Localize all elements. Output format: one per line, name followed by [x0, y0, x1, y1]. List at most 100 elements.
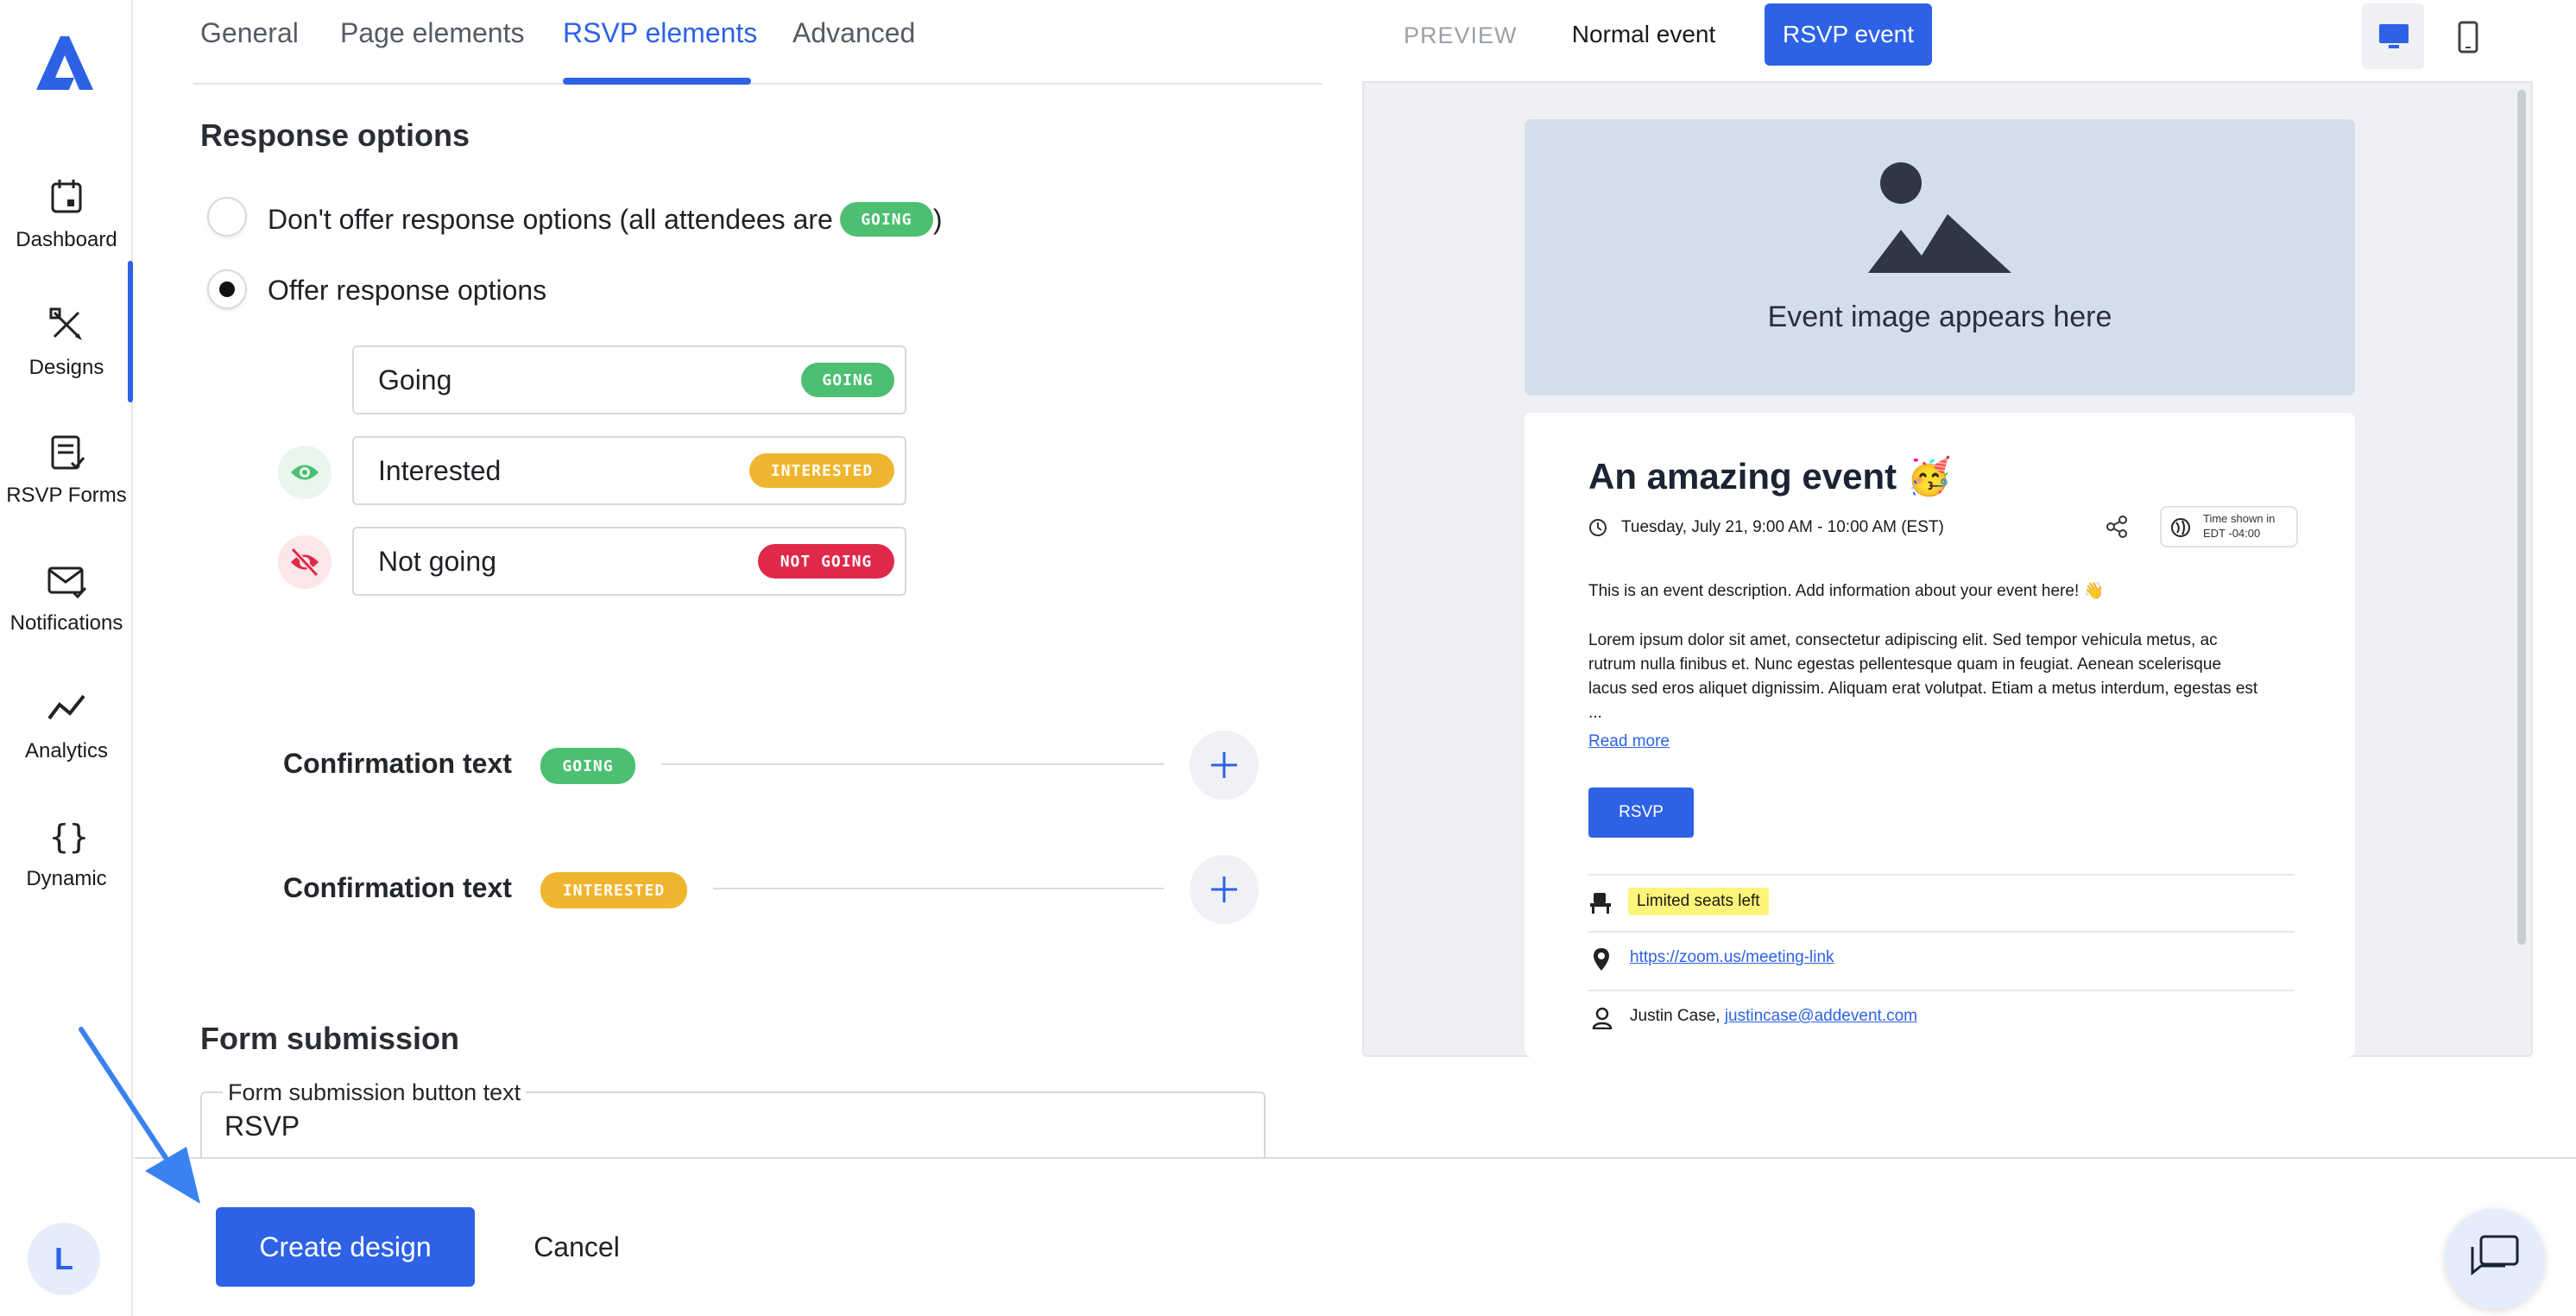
seat-icon — [1590, 893, 1611, 914]
tab-page-elements[interactable]: Page elements — [340, 17, 524, 49]
divider — [713, 888, 1164, 889]
clock-icon — [1589, 519, 1607, 536]
field-value[interactable]: RSVP — [224, 1110, 300, 1142]
image-placeholder-text: Event image appears here — [1767, 301, 2112, 333]
limited-seats-badge: Limited seats left — [1628, 888, 1769, 915]
radio-offer-response-options[interactable] — [207, 269, 247, 309]
preview-label: PREVIEW — [1404, 22, 1518, 48]
tab-advanced[interactable]: Advanced — [792, 17, 915, 49]
form-submission-heading: Form submission — [200, 1021, 460, 1056]
eye-icon — [291, 465, 319, 480]
divider — [1588, 874, 2295, 876]
tab-divider — [193, 83, 1323, 85]
sidebar-item-label: RSVP Forms — [6, 484, 127, 507]
option-going[interactable]: Going GOING — [352, 345, 906, 414]
avatar[interactable]: L — [28, 1223, 100, 1295]
sidebar-item-notifications[interactable]: Notifications — [0, 544, 133, 665]
chat-button[interactable] — [2445, 1209, 2545, 1309]
submission-button-text-field[interactable]: Form submission button text RSVP — [200, 1079, 1266, 1157]
field-label: Form submission button text — [223, 1079, 527, 1106]
globe-icon — [2171, 518, 2190, 537]
share-icon[interactable] — [2105, 515, 2129, 539]
description-line: lacus sed eros aliquet dignissim. Aliqua… — [1588, 680, 2258, 698]
event-title: An amazing event 🥳 — [1588, 456, 1953, 497]
option-interested[interactable]: Interested INTERESTED — [352, 436, 906, 505]
desktop-icon — [2379, 24, 2409, 48]
add-confirmation-interested-button[interactable] — [1190, 855, 1259, 924]
description-line: rutrum nulla finibus et. Nunc egestas pe… — [1588, 655, 2222, 674]
status-badge: NOT GOING — [758, 544, 894, 579]
sidebar-item-label: Notifications — [9, 611, 123, 635]
sidebar-item-analytics[interactable]: Analytics — [0, 672, 133, 793]
footer-divider — [135, 1157, 2576, 1159]
host-email-link[interactable]: justincase@addevent.com — [1725, 1007, 1917, 1025]
timezone-value: EDT -04:00 — [2203, 527, 2261, 540]
confirmation-label-going: Confirmation text — [283, 748, 512, 779]
arrow-annotation-icon — [79, 1027, 200, 1204]
svg-text:{}: {} — [49, 818, 87, 856]
event-description-intro: This is an event description. Add inform… — [1588, 582, 2105, 600]
image-placeholder-icon — [1868, 162, 2011, 273]
curly-braces-icon: {} — [49, 818, 87, 856]
visibility-toggle-not-going[interactable] — [278, 535, 331, 589]
radio-no-response-options[interactable] — [207, 197, 247, 237]
sidebar-item-label: Dashboard — [16, 228, 117, 251]
plus-icon — [1211, 752, 1237, 778]
sidebar-item-label: Analytics — [24, 739, 109, 762]
desktop-view-button[interactable] — [2362, 3, 2424, 69]
form-check-icon — [51, 435, 85, 470]
rsvp-button[interactable]: RSVP — [1588, 788, 1694, 838]
preview-scrollbar[interactable] — [2517, 90, 2526, 945]
radio-label-no-response: Don't offer response options (all attend… — [268, 202, 942, 237]
add-confirmation-going-button[interactable] — [1190, 731, 1259, 800]
location-pin-icon — [1594, 948, 1609, 971]
status-badge: GOING — [540, 748, 635, 784]
timezone-label: Time shown in EDT -04:00 — [2203, 511, 2275, 541]
location-link[interactable]: https://zoom.us/meeting-link — [1630, 948, 1834, 967]
tab-general[interactable]: General — [200, 17, 299, 49]
active-indicator — [128, 261, 133, 402]
option-label: Interested — [378, 455, 502, 486]
addevent-logo[interactable] — [35, 35, 95, 92]
radio-label-offer: Offer response options — [268, 275, 547, 306]
sidebar-item-label: Designs — [28, 356, 104, 379]
timezone-selector[interactable]: Time shown in EDT -04:00 — [2160, 506, 2298, 547]
divider — [661, 763, 1164, 765]
divider — [1588, 990, 2295, 991]
status-badge: GOING — [839, 202, 933, 237]
sidebar-item-designs[interactable]: Designs — [0, 288, 133, 409]
chat-icon — [2471, 1235, 2519, 1276]
option-label: Going — [378, 364, 452, 395]
tab-rsvp-elements[interactable]: RSVP elements — [563, 17, 757, 49]
status-badge: GOING — [801, 363, 894, 397]
mobile-view-button[interactable] — [2436, 3, 2498, 69]
mobile-icon — [2458, 21, 2478, 54]
cancel-button[interactable]: Cancel — [518, 1207, 635, 1287]
sidebar-item-dynamic[interactable]: {} Dynamic — [0, 800, 133, 921]
sidebar-item-rsvp-forms[interactable]: RSVP Forms — [0, 416, 133, 537]
timezone-line: Time shown in — [2203, 512, 2276, 525]
description-line: ... — [1588, 704, 1602, 722]
radio-label-suffix: ) — [932, 203, 943, 235]
visibility-toggle-interested[interactable] — [278, 446, 331, 499]
trend-line-icon — [47, 694, 85, 720]
divider — [1588, 931, 2295, 933]
event-datetime: Tuesday, July 21, 9:00 AM - 10:00 AM (ES… — [1621, 518, 1944, 536]
host-name: Justin Case, — [1630, 1007, 1720, 1025]
create-design-button[interactable]: Create design — [216, 1207, 475, 1287]
description-line: Lorem ipsum dolor sit amet, consectetur … — [1588, 631, 2218, 649]
person-icon — [1592, 1007, 1613, 1029]
event-card: An amazing event 🥳 Tuesday, July 21, 9:0… — [1525, 413, 2355, 1057]
status-badge: INTERESTED — [749, 453, 894, 488]
event-description: Lorem ipsum dolor sit amet, consectetur … — [1588, 629, 2305, 725]
option-label: Not going — [378, 546, 496, 577]
response-options-heading: Response options — [200, 117, 470, 153]
sidebar-item-dashboard[interactable]: Dashboard — [0, 161, 133, 282]
confirmation-label-interested: Confirmation text — [283, 872, 512, 903]
eye-off-icon — [290, 547, 319, 577]
plus-icon — [1211, 876, 1237, 902]
rsvp-event-toggle[interactable]: RSVP event — [1765, 3, 1932, 66]
normal-event-toggle[interactable]: Normal event — [1564, 3, 1723, 66]
option-not-going[interactable]: Not going NOT GOING — [352, 527, 906, 596]
read-more-link[interactable]: Read more — [1588, 732, 1670, 751]
